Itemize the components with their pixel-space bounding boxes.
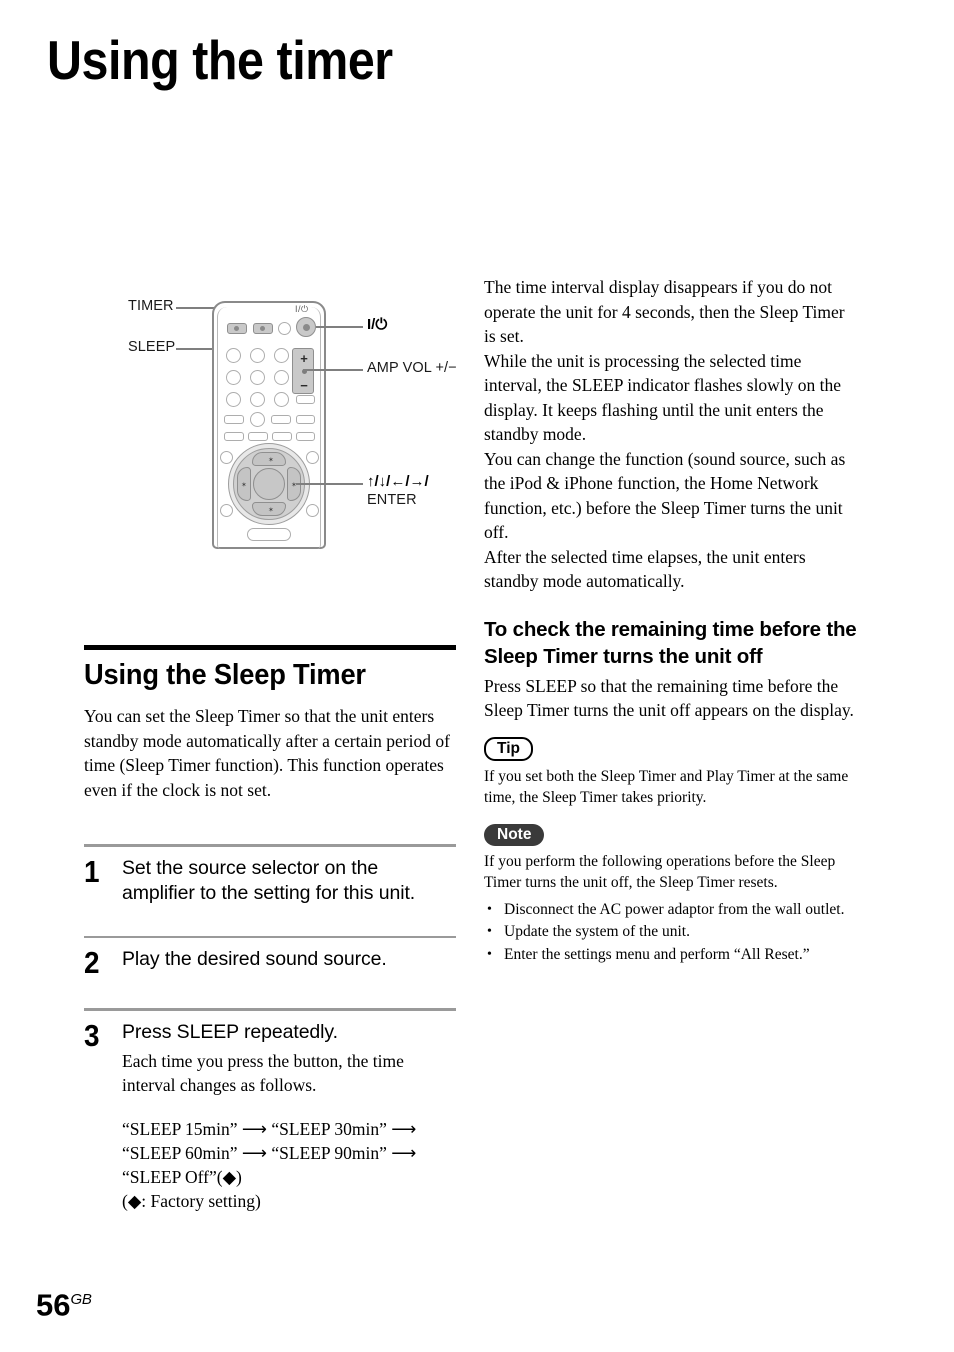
list-item: Disconnect the AC power adaptor from the…	[484, 899, 858, 921]
sleep-sequence-line-3: “SLEEP Off”(◆)	[122, 1166, 242, 1187]
step-title: Play the desired sound source.	[122, 948, 387, 970]
remote-keypad-button[interactable]	[226, 370, 241, 385]
note-bullet-list: Disconnect the AC power adaptor from the…	[484, 899, 858, 966]
step-number: 1	[84, 853, 100, 889]
remote-keypad-button[interactable]	[274, 392, 289, 407]
sleep-sequence-factory-note: (◆: Factory setting)	[122, 1190, 261, 1211]
step-content: Play the desired sound source.	[122, 947, 456, 978]
callout-label-sleep: SLEEP	[128, 339, 176, 355]
section-intro-text: You can set the Sleep Timer so that the …	[84, 706, 450, 800]
callout-label-dpad-arrows: ↑/↓/←/→/	[367, 473, 429, 490]
remote-function-button[interactable]	[272, 432, 292, 441]
remote-bottom-button[interactable]	[247, 528, 291, 541]
remote-function-button[interactable]	[296, 432, 315, 441]
remote-keypad-button[interactable]	[250, 392, 265, 407]
page-title: Using the timer	[47, 29, 393, 91]
remote-power-button-dot	[302, 323, 310, 331]
dpad-left-button[interactable]: ✶	[237, 467, 251, 501]
right-paragraph-4: After the selected time elapses, the uni…	[484, 546, 806, 592]
remote-function-button[interactable]	[296, 395, 315, 404]
dpad-down-icon: ✶	[268, 506, 274, 514]
dpad-up-icon: ✶	[268, 456, 274, 464]
page-number-value: 56	[36, 1287, 71, 1322]
list-item: Update the system of the unit.	[484, 921, 858, 943]
right-paragraph-3: You can change the function (sound sourc…	[484, 448, 846, 543]
page-number-suffix: GB	[70, 1290, 92, 1308]
callout-label-amp-vol: AMP VOL +/−	[367, 360, 457, 376]
volume-plus-icon: +	[300, 351, 308, 366]
dpad-left-icon: ✶	[241, 481, 247, 489]
sleep-sequence: “SLEEP 15min” ⟶ “SLEEP 30min” ⟶ “SLEEP 6…	[122, 1117, 456, 1213]
step-title: Press SLEEP repeatedly.	[122, 1020, 338, 1043]
step-content: Press SLEEP repeatedly. Each time you pr…	[122, 1020, 456, 1213]
step-number: 3	[84, 1017, 100, 1053]
sub-heading-body-text: Press SLEEP so that the remaining time b…	[484, 675, 854, 721]
step-content: Set the source selector on the amplifier…	[122, 856, 456, 906]
callout-label-dpad-enter: ENTER	[367, 492, 417, 508]
sleep-sequence-line-1: “SLEEP 15min” ⟶ “SLEEP 30min” ⟶	[122, 1118, 417, 1139]
remote-amp-volume-rocker[interactable]: + −	[292, 348, 314, 394]
section-rule	[84, 645, 456, 650]
note-badge: Note	[484, 823, 545, 846]
remote-button-sleep-dot	[234, 326, 239, 331]
dpad-down-button[interactable]: ✶	[252, 502, 286, 516]
remote-keypad-button[interactable]	[250, 348, 265, 363]
callout-label-timer: TIMER	[128, 298, 174, 314]
remote-function-button[interactable]	[296, 415, 315, 424]
remote-keypad-button[interactable]	[250, 370, 265, 385]
remote-button-top-right[interactable]	[278, 322, 291, 335]
note-text: If you perform the following operations …	[484, 852, 836, 891]
remote-function-button[interactable]	[271, 415, 291, 424]
remote-keypad-button[interactable]	[274, 348, 289, 363]
remote-function-button[interactable]	[224, 415, 244, 424]
remote-control-diagram: TIMER SLEEP I/⏻ + − ✶ ✶ ✶ ✶ I/⏻ AMP VOL …	[120, 285, 470, 560]
step-description: Each time you press the button, the time…	[122, 1050, 404, 1095]
remote-keypad-button[interactable]	[274, 370, 289, 385]
step-number: 2	[84, 945, 100, 980]
dpad-up-button[interactable]: ✶	[252, 452, 286, 466]
page-number: 56GB	[36, 1284, 92, 1320]
remote-keypad-button[interactable]	[226, 392, 241, 407]
step-item-2: 2 Play the desired sound source.	[84, 938, 456, 978]
power-symbol-icon: I/⏻	[295, 304, 309, 314]
step-item-3: 3 Press SLEEP repeatedly. Each time you …	[84, 1011, 456, 1213]
remote-keypad-button[interactable]	[226, 348, 241, 363]
sub-heading-check-remaining-time: To check the remaining time before the S…	[484, 617, 857, 668]
remote-function-button[interactable]	[248, 432, 268, 441]
sleep-sequence-line-2: “SLEEP 60min” ⟶ “SLEEP 90min” ⟶	[122, 1142, 417, 1163]
remote-button-timer-dot	[260, 326, 265, 331]
section-heading-sleep-timer: Using the Sleep Timer	[84, 659, 366, 691]
list-item: Enter the settings menu and perform “All…	[484, 944, 858, 966]
left-column: Using the Sleep Timer You can set the Sl…	[84, 645, 456, 1213]
remote-function-button[interactable]	[250, 412, 265, 427]
step-item-1: 1 Set the source selector on the amplifi…	[84, 847, 456, 906]
right-column: The time interval display disappears if …	[484, 275, 858, 966]
remote-function-button[interactable]	[224, 432, 244, 441]
volume-minus-icon: −	[300, 378, 308, 393]
leader-line-power	[316, 326, 363, 328]
step-title: Set the source selector on the amplifier…	[122, 856, 416, 904]
tip-block: Tip If you set both the Sleep Timer and …	[484, 736, 858, 808]
leader-line-amp-vol	[303, 369, 363, 371]
right-paragraph-2: While the unit is processing the selecte…	[484, 350, 842, 445]
note-block: Note If you perform the following operat…	[484, 823, 858, 966]
callout-label-power: I/⏻	[367, 316, 388, 333]
tip-badge: Tip	[484, 736, 533, 761]
right-paragraph-1: The time interval display disappears if …	[484, 277, 845, 346]
leader-line-dpad	[296, 483, 363, 485]
tip-text: If you set both the Sleep Timer and Play…	[484, 767, 849, 806]
dpad-enter-button[interactable]	[253, 468, 285, 500]
